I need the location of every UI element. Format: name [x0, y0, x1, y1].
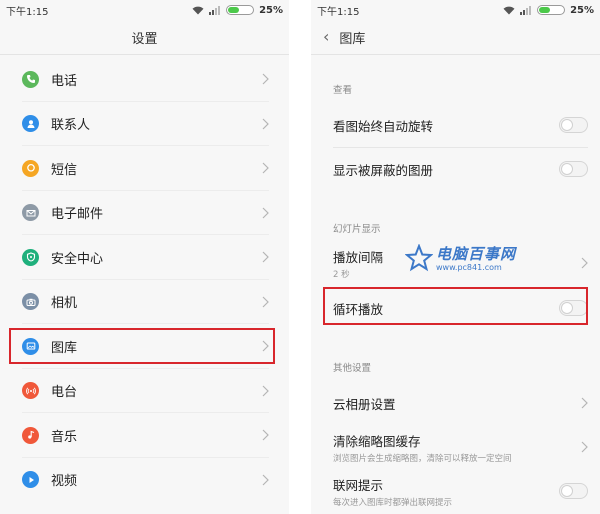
battery-percent: 25%: [259, 4, 283, 16]
shield-icon: [22, 248, 39, 266]
setting-description: 每次进入图库时都弹出联网提示: [333, 497, 453, 508]
status-bar: 下午1:15 25%: [0, 0, 289, 20]
settings-list: 电话 联系人 短信 电子邮件 安全中心 相机 图库 电台 音乐 视频: [0, 55, 289, 502]
settings-item-label: 视频: [51, 474, 78, 490]
music-icon: [22, 426, 39, 444]
settings-item-phone[interactable]: 电话: [0, 57, 289, 102]
video-icon: [22, 471, 39, 489]
setting-label: 清除缩略图缓存: [333, 433, 421, 449]
setting-clear-cache[interactable]: 清除缩略图缓存 浏览图片会生成缩略图，清除可以释放一定空间: [311, 430, 600, 464]
section-header-slideshow: 幻灯片显示: [333, 224, 381, 235]
settings-item-label: 联系人: [51, 118, 91, 134]
divider: [311, 54, 600, 55]
setting-label: 联网提示: [333, 477, 384, 493]
settings-item-label: 电台: [51, 385, 78, 401]
wifi-icon: [192, 6, 204, 14]
settings-item-camera[interactable]: 相机: [0, 280, 289, 324]
status-bar: 下午1:15 25%: [311, 0, 600, 20]
watermark-url: www.pc841.com: [436, 263, 502, 272]
settings-item-video[interactable]: 视频: [0, 458, 289, 503]
settings-item-radio[interactable]: 电台: [0, 369, 289, 413]
page-title-bar: 设置: [0, 20, 289, 54]
chevron-right-icon: [262, 429, 269, 441]
watermark-title: 电脑百事网: [436, 245, 517, 263]
chevron-right-icon: [262, 474, 269, 486]
page-title: 设置: [131, 31, 158, 47]
message-icon: [22, 159, 39, 177]
settings-item-label: 电子邮件: [51, 207, 104, 223]
signal-icon: [209, 5, 221, 15]
setting-show-hidden[interactable]: 显示被屏蔽的图册: [311, 154, 600, 184]
chevron-right-icon: [262, 296, 269, 308]
chevron-right-icon: [262, 251, 269, 263]
chevron-right-icon: [262, 73, 269, 85]
chevron-right-icon: [262, 385, 269, 397]
watermark: 电脑百事网 www.pc841.com: [405, 243, 516, 272]
settings-screen: 下午1:15 25% 设置 电话 联系人 短信 电子邮件 安全中心 相机 图库 …: [0, 0, 289, 514]
setting-description: 浏览图片会生成缩略图，清除可以释放一定空间: [333, 453, 512, 464]
settings-item-label: 相机: [51, 296, 78, 312]
chevron-right-icon: [262, 162, 269, 174]
settings-item-label: 音乐: [51, 429, 78, 445]
chevron-right-icon: [581, 257, 588, 269]
radio-icon: [22, 382, 39, 400]
battery-icon: [537, 5, 566, 15]
camera-icon: [22, 293, 39, 311]
star-logo-icon: [405, 243, 433, 271]
page-title-bar: ‹ 图库: [311, 20, 600, 54]
gallery-settings-screen: 下午1:15 25% ‹ 图库 查看 看图始终自动旋转 显示被屏蔽的图册 幻灯片…: [311, 0, 600, 514]
auto-rotate-toggle[interactable]: [559, 117, 588, 133]
setting-auto-rotate[interactable]: 看图始终自动旋转: [311, 110, 600, 140]
back-arrow-icon[interactable]: ‹: [323, 29, 329, 45]
settings-item-music[interactable]: 音乐: [0, 413, 289, 458]
battery-percent: 25%: [570, 4, 594, 16]
chevron-right-icon: [262, 207, 269, 219]
settings-item-label: 电话: [51, 73, 78, 89]
contacts-icon: [22, 115, 39, 133]
chevron-right-icon: [581, 397, 588, 409]
chevron-right-icon: [262, 118, 269, 130]
setting-network-prompt[interactable]: 联网提示 每次进入图库时都弹出联网提示: [311, 474, 600, 508]
settings-item-email[interactable]: 电子邮件: [0, 191, 289, 235]
setting-label: 云相册设置: [333, 396, 396, 412]
setting-cloud-album[interactable]: 云相册设置: [311, 388, 600, 418]
mail-icon: [22, 204, 39, 222]
section-header-other: 其他设置: [333, 363, 372, 374]
settings-item-label: 短信: [51, 162, 78, 178]
phone-icon: [22, 70, 39, 88]
show-hidden-toggle[interactable]: [559, 161, 588, 177]
settings-item-messages[interactable]: 短信: [0, 146, 289, 191]
page-title: 图库: [339, 31, 366, 47]
highlight-box-loop: [323, 287, 588, 325]
signal-icon: [520, 5, 532, 15]
status-time: 下午1:15: [317, 6, 360, 18]
settings-item-security[interactable]: 安全中心: [0, 235, 289, 280]
section-header-view: 查看: [333, 85, 353, 96]
row-divider: [333, 147, 588, 148]
settings-item-label: 安全中心: [51, 251, 104, 267]
setting-label: 显示被屏蔽的图册: [333, 162, 434, 178]
settings-item-contacts[interactable]: 联系人: [0, 102, 289, 146]
chevron-right-icon: [581, 441, 588, 453]
network-prompt-toggle[interactable]: [559, 483, 588, 499]
status-time: 下午1:15: [6, 6, 49, 18]
highlight-box-gallery: [9, 328, 275, 364]
setting-label: 看图始终自动旋转: [333, 118, 434, 134]
battery-icon: [226, 5, 255, 15]
wifi-icon: [503, 6, 515, 14]
